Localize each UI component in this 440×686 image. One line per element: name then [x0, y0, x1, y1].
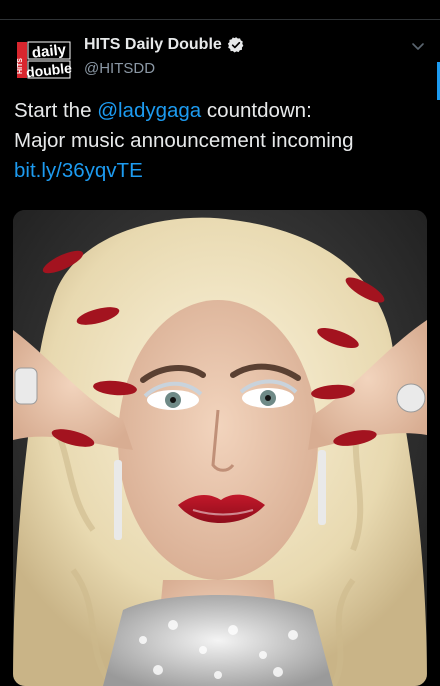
hits-daily-double-logo: HITS daily double — [14, 36, 73, 88]
verified-badge-icon — [227, 37, 244, 53]
portrait-photo — [13, 210, 427, 686]
tweet-text-prefix: Start the — [14, 99, 98, 122]
avatar[interactable]: HITS daily double — [14, 36, 73, 88]
display-name[interactable]: HITS Daily Double — [84, 36, 222, 54]
mention-link[interactable]: @ladygaga — [97, 99, 201, 122]
svg-text:daily: daily — [31, 41, 67, 62]
tweet-text-suffix: countdown: — [201, 99, 312, 122]
chevron-down-icon[interactable] — [410, 38, 426, 54]
svg-text:HITS: HITS — [17, 58, 24, 74]
tweet-header: HITS Daily Double @HITSDD — [84, 34, 404, 77]
url-link[interactable]: bit.ly/36yqvTE — [14, 156, 434, 186]
tweet-text: Start the @ladygaga countdown: Major mus… — [14, 96, 434, 186]
tweet-text-line-1: Start the @ladygaga countdown: — [14, 96, 434, 126]
tweet-photo[interactable] — [13, 210, 427, 686]
tweet-card[interactable]: HITS daily double HITS Daily Double @HIT… — [0, 20, 440, 686]
handle[interactable]: @HITSDD — [84, 60, 404, 77]
name-row: HITS Daily Double — [84, 34, 404, 56]
tweet-text-line-2: Major music announcement incoming — [14, 129, 354, 152]
